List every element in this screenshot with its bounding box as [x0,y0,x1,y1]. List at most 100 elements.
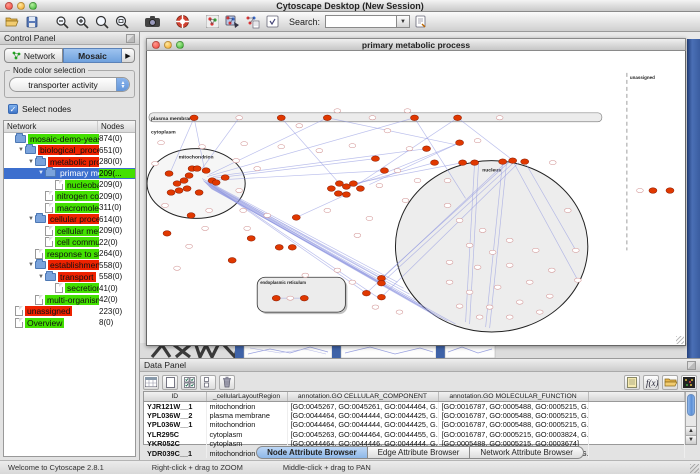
graph-node-small[interactable] [574,278,581,282]
tree-row[interactable]: nitrogen compo209(0) [4,191,135,203]
graph-node-small[interactable] [546,294,553,298]
graph-node-selected[interactable] [190,115,198,121]
graph-node-selected[interactable] [380,168,388,174]
network-canvas[interactable]: plasma membrane cytoplasm unassigned mit… [146,51,686,346]
graph-node-small[interactable] [394,169,401,173]
graph-node-small[interactable] [334,268,341,272]
search-options-icon[interactable] [412,13,430,30]
graph-node-selected[interactable] [180,178,188,184]
graph-node-selected[interactable] [342,192,350,198]
graph-node-selected[interactable] [323,115,331,121]
tree-row[interactable]: multi-organism pro42(0) [4,294,135,306]
graph-node-small[interactable] [206,208,213,212]
graph-node-selected[interactable] [377,294,385,300]
open-folder-icon[interactable] [3,13,21,30]
select-nodes-checkbox[interactable]: ✓ [8,104,18,114]
graph-node-selected[interactable] [454,115,462,121]
graph-node-small[interactable] [296,124,303,128]
graph-node-selected[interactable] [292,215,300,221]
graph-node-small[interactable] [496,116,503,120]
new-attribute-icon[interactable] [162,375,178,390]
tree-row[interactable]: macromolecule311(0) [4,202,135,214]
graph-node-small[interactable] [376,183,383,187]
graph-node-small[interactable] [240,208,247,212]
graph-node-small[interactable] [564,208,571,212]
table-row[interactable]: YPL036W__1mitochondrion[GO:0044464, GO:0… [144,420,685,430]
graph-node-selected[interactable] [377,280,385,286]
network-overview-icon[interactable] [203,13,221,30]
graph-node-small[interactable] [349,144,356,148]
zoom-out-icon[interactable] [53,13,71,30]
graph-node-selected[interactable] [277,115,285,121]
graph-node-selected[interactable] [459,160,467,166]
graph-node-selected[interactable] [167,190,175,196]
graph-node-small[interactable] [241,142,248,146]
table-scrollbar[interactable]: ▲ ▼ [685,392,696,444]
tree-column-network[interactable]: Network [4,121,98,132]
tree-row[interactable]: cell communicat22(0) [4,237,135,249]
graph-node-selected[interactable] [362,290,370,296]
graph-node-small[interactable] [444,178,451,182]
graph-node-small[interactable] [476,315,483,319]
graph-node-small[interactable] [174,266,181,270]
graph-node-small[interactable] [236,188,243,192]
snapshot-camera-icon[interactable] [143,13,161,30]
tree-row[interactable]: ▼metabolic process280(0) [4,156,135,168]
tree-expand-icon[interactable]: ▼ [17,147,25,153]
tree-row[interactable]: ▼primary metabo209(... [4,168,135,180]
network-window-resize-grip[interactable] [676,336,684,344]
tree-row[interactable]: ▼cellular process614(0) [4,214,135,226]
graph-node-small[interactable] [158,141,165,145]
graph-node-small[interactable] [532,248,539,252]
graph-node-small[interactable] [548,268,555,272]
tree-row[interactable]: unassigned223(0) [4,306,135,318]
tree-row[interactable]: mosaic-demo-yeast874(0) [4,133,135,145]
graph-node-selected[interactable] [183,186,191,192]
graph-node-small[interactable] [549,161,556,165]
graph-node-small[interactable] [446,260,453,264]
tree-row[interactable]: ▼transport558(0) [4,271,135,283]
graph-node-small[interactable] [244,226,251,230]
tree-row[interactable]: response to stimulu264(0) [4,248,135,260]
tree-expand-icon[interactable]: ▼ [37,170,45,176]
tree-expand-icon[interactable]: ▼ [27,159,35,165]
graph-node-selected[interactable] [173,181,181,187]
graph-node-small[interactable] [233,159,240,163]
vizmapper-doc-icon[interactable] [263,13,281,30]
scroll-down-icon[interactable]: ▼ [686,435,696,444]
graph-node-selected[interactable] [187,213,195,219]
graph-node-selected[interactable] [431,160,439,166]
graph-node-small[interactable] [302,273,309,277]
search-input[interactable] [325,15,397,28]
table-column-header[interactable]: _cellularLayoutRegion [206,392,287,401]
app-resize-grip[interactable] [690,464,699,473]
graph-node-selected[interactable] [371,156,379,162]
tab-node-attribute-browser[interactable]: Node Attribute Browser [256,446,368,459]
graph-node-selected[interactable] [193,166,201,172]
graph-node-small[interactable] [278,145,285,149]
tree-row[interactable]: ▼biological_process651(0) [4,145,135,157]
tab-network-attribute-browser[interactable]: Network Attribute Browser [470,446,583,459]
graph-node-selected[interactable] [456,140,464,146]
graph-node-small[interactable] [402,198,409,202]
graph-node-selected[interactable] [300,295,308,301]
graph-node-small[interactable] [506,238,513,242]
graph-node-small[interactable] [466,243,473,247]
table-row[interactable]: YLR295Ccytoplasm[GO:0045263, GO:0044464,… [144,430,685,440]
graph-node-selected[interactable] [165,171,173,177]
graph-node-small[interactable] [446,280,453,284]
tab-edge-attribute-browser[interactable]: Edge Attribute Browser [368,446,471,459]
tree-row[interactable]: secretion41(0) [4,283,135,295]
save-icon[interactable] [23,13,41,30]
graph-node-small[interactable] [486,305,493,309]
graph-node-small[interactable] [199,145,206,149]
graph-node-small[interactable] [456,304,463,308]
graph-node-small[interactable] [287,296,294,300]
attribute-grid-icon[interactable] [143,375,159,390]
network-import-icon[interactable] [243,13,261,30]
table-column-header[interactable]: annotation.GO MOLECULAR_FUNCTION [438,392,588,401]
graph-node-small[interactable] [316,149,323,153]
float-data-panel-icon[interactable] [687,361,696,370]
graph-node-selected[interactable] [228,257,236,263]
graph-node-selected[interactable] [163,231,171,237]
